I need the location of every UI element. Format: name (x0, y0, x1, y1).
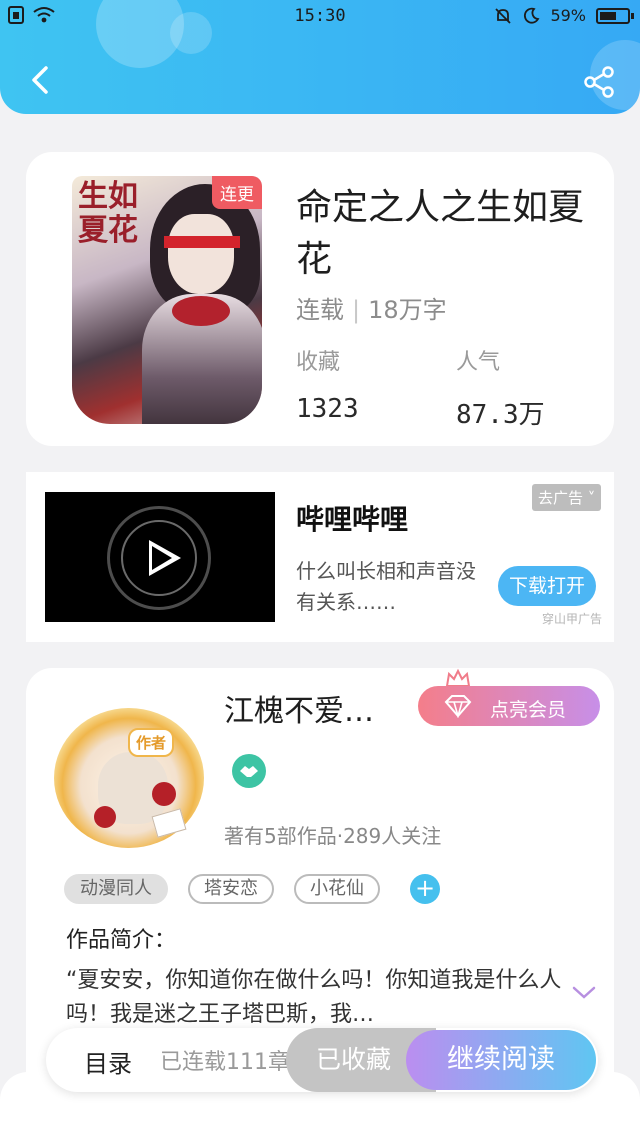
book-cover[interactable]: 生如夏花 连更 (72, 176, 262, 424)
author-name[interactable]: 江槐不爱… (224, 686, 374, 730)
chevron-down-icon[interactable] (572, 986, 596, 1000)
battery-icon (596, 7, 634, 24)
handshake-badge-icon (232, 754, 266, 788)
top-header: 15:30 59% (0, 0, 640, 114)
ad-title: 哔哩哔哩 (296, 503, 409, 536)
toc-button[interactable]: 目录 (84, 1044, 132, 1079)
remove-ad-button[interactable]: 去广告 ˅ (532, 484, 602, 511)
book-word-count: 18万字 (368, 296, 447, 324)
intro-text: “夏安安，你知道你在做什么吗！你知道我是什么人吗！我是迷之王子塔巴斯，我… (66, 968, 562, 1027)
author-stats: 著有5部作品·289人关注 (224, 824, 442, 848)
continue-reading-button[interactable]: 继续阅读 (406, 1030, 596, 1090)
share-icon[interactable] (580, 62, 620, 102)
status-right: 59% (494, 6, 634, 25)
ad-description: 什么叫长相和声音没有关系…… (296, 559, 476, 614)
popularity-label: 人气 (456, 350, 501, 375)
cover-title: 生如夏花 (78, 179, 138, 248)
book-status: 连载 (296, 296, 344, 324)
download-open-button[interactable]: 下载打开 (498, 566, 596, 606)
mute-bell-icon (495, 7, 512, 24)
vip-label: 点亮会员 (490, 699, 567, 721)
add-tag-icon[interactable]: + (410, 874, 440, 904)
ad-video[interactable] (45, 492, 275, 622)
ad-source-label: 穿山甲广告 (542, 612, 603, 626)
status-bar: 15:30 59% (0, 0, 640, 32)
favorites-stat: 收藏 1323 (296, 344, 359, 424)
favorites-value: 1323 (296, 394, 359, 424)
bottom-action-bar: 目录 已连载111章 已收藏 继续阅读 (46, 1028, 598, 1092)
serial-badge: 连更 (212, 176, 262, 209)
tag-list: 动漫同人 塔安恋 小花仙 + (64, 874, 440, 904)
popularity-stat: 人气 87.3万 (456, 344, 545, 431)
book-info-card: 生如夏花 连更 命定之人之生如夏花 连载 | 18万字 收藏 1323 人气 87.… (26, 152, 614, 446)
vip-button[interactable]: 点亮会员 (418, 686, 600, 726)
favorites-label: 收藏 (296, 350, 341, 375)
tag-item[interactable]: 动漫同人 (64, 874, 168, 904)
avatar-author-tag: 作者 (128, 728, 175, 757)
book-meta: 连载 | 18万字 (296, 296, 447, 324)
ad-banner[interactable]: 哔哩哔哩 什么叫长相和声音没有关系…… 去广告 ˅ 下载打开 穿山甲广告 (26, 472, 614, 642)
popularity-value: 87.3万 (456, 400, 545, 430)
chapter-count[interactable]: 已连载111章 (160, 1044, 290, 1076)
intro-label: 作品简介： (66, 928, 177, 953)
diamond-icon (444, 695, 472, 718)
back-arrow-icon[interactable] (22, 60, 58, 100)
tag-item[interactable]: 塔安恋 (188, 874, 274, 904)
book-title: 命定之人之生如夏花 (296, 187, 585, 280)
crown-icon (445, 668, 471, 687)
battery-percent: 59% (550, 6, 586, 25)
avatar[interactable]: 作者 (54, 708, 204, 848)
moon-icon (524, 7, 540, 23)
tag-item[interactable]: 小花仙 (294, 874, 380, 904)
